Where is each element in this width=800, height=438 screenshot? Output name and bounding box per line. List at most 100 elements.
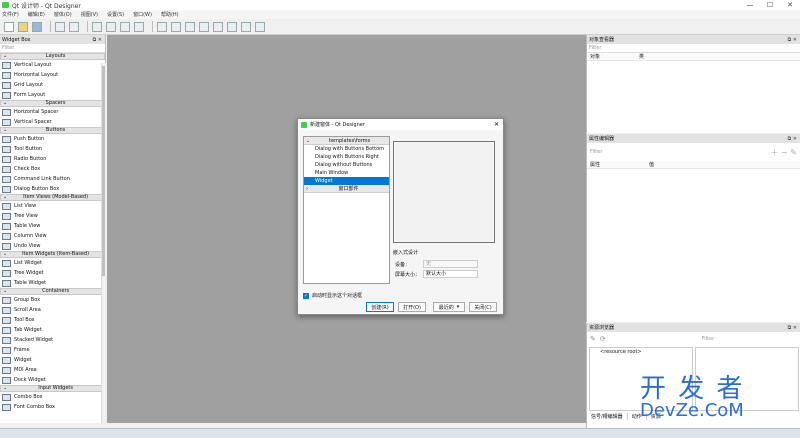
widget-item[interactable]: Horizontal Spacer <box>0 107 105 117</box>
close-dialog-button[interactable]: 关闭(C) <box>469 302 497 312</box>
widget-item[interactable]: List Widget <box>0 258 105 268</box>
reload-icon[interactable]: ⟳ <box>600 335 606 343</box>
open-form-icon[interactable] <box>18 21 28 32</box>
tab-signal-slot-editor[interactable]: 信号/槽编辑器 <box>587 413 628 420</box>
edit-signals-icon[interactable] <box>106 21 116 32</box>
dock-close-icon[interactable]: ⧉ ✕ <box>788 37 797 43</box>
widget-category[interactable]: ⌄ Buttons <box>0 127 105 134</box>
adjust-size-icon[interactable] <box>255 21 265 32</box>
save-form-icon[interactable] <box>32 21 42 32</box>
dock-close-icon[interactable]: ⧉ ✕ <box>788 136 797 142</box>
menu-view[interactable]: 视图(V) <box>81 11 98 18</box>
widget-item[interactable]: Dock Widget <box>0 375 105 385</box>
widget-category[interactable]: ⌄ Item Widgets (Item-Based) <box>0 251 105 258</box>
column-class[interactable]: 类 <box>639 53 644 60</box>
dialog-close-button[interactable]: ✕ <box>494 121 499 128</box>
layout-form-icon[interactable] <box>227 21 237 32</box>
widget-box-scroll-thumb[interactable] <box>102 66 105 276</box>
widget-item[interactable]: List View <box>0 201 105 211</box>
create-button[interactable]: 创建(R) <box>366 302 394 312</box>
recent-button[interactable]: 最近的 ▾ <box>433 302 465 312</box>
widget-item[interactable]: Tab Widget <box>0 325 105 335</box>
maximize-button[interactable]: ☐ <box>760 0 780 10</box>
edit-tab-order-icon[interactable] <box>134 21 144 32</box>
edit-resources-icon[interactable]: ✎ <box>590 335 596 343</box>
template-item[interactable]: Widget <box>304 177 389 185</box>
copy-icon[interactable] <box>69 21 79 32</box>
widget-item[interactable]: Grid Layout <box>0 80 105 90</box>
layout-vertical-icon[interactable] <box>171 21 181 32</box>
widget-category[interactable]: ⌄ Input Widgets <box>0 385 105 392</box>
widget-item[interactable]: Table View <box>0 221 105 231</box>
menu-settings[interactable]: 设置(S) <box>107 11 124 18</box>
widget-item[interactable]: Form Layout <box>0 90 105 100</box>
screen-size-select[interactable]: 默认大小 <box>423 270 478 278</box>
widget-item[interactable]: Dialog Button Box <box>0 184 105 194</box>
widget-category[interactable]: ⌄ Item Views (Model-Based) <box>0 194 105 201</box>
widgets-category[interactable]: › 窗口部件 <box>304 185 389 193</box>
widget-icon <box>2 202 11 210</box>
device-select[interactable]: 无 <box>423 260 478 268</box>
widget-item[interactable]: Radio Button <box>0 154 105 164</box>
close-button[interactable]: ✕ <box>780 0 800 10</box>
widget-item[interactable]: Frame <box>0 345 105 355</box>
resource-filter[interactable]: Filter <box>702 336 714 342</box>
menu-file[interactable]: 文件(F) <box>2 11 19 18</box>
widget-item[interactable]: Tool Box <box>0 315 105 325</box>
widget-item[interactable]: Vertical Layout <box>0 60 105 70</box>
widget-item[interactable]: Tree Widget <box>0 268 105 278</box>
layout-grid-icon[interactable] <box>213 21 223 32</box>
widget-category[interactable]: ⌄ Layouts <box>0 53 105 60</box>
widget-item[interactable]: Stacked Widget <box>0 335 105 345</box>
template-item[interactable]: Dialog with Buttons Right <box>304 153 389 161</box>
widget-item[interactable]: Undo View <box>0 241 105 251</box>
break-layout-icon[interactable] <box>241 21 251 32</box>
widget-icon <box>2 269 11 277</box>
menu-edit[interactable]: 编辑(E) <box>28 11 45 18</box>
open-button[interactable]: 打开(O) <box>398 302 426 312</box>
minimize-button[interactable]: — <box>740 0 760 10</box>
column-object[interactable]: 对象 <box>587 53 639 60</box>
widget-item[interactable]: Command Link Button <box>0 174 105 184</box>
cut-icon[interactable] <box>55 21 65 32</box>
edit-buddies-icon[interactable] <box>120 21 130 32</box>
edit-widgets-icon[interactable] <box>92 21 102 32</box>
column-property[interactable]: 属性 <box>587 161 649 168</box>
menu-help[interactable]: 帮助(H) <box>161 11 179 18</box>
property-editor-filter[interactable]: Filter <box>590 149 602 155</box>
menu-window[interactable]: 窗口(W) <box>133 11 152 18</box>
widget-item[interactable]: Push Button <box>0 134 105 144</box>
resource-root[interactable]: <resource root> <box>590 348 692 356</box>
widget-item[interactable]: Horizontal Layout <box>0 70 105 80</box>
widget-box-filter[interactable]: Filter <box>0 44 105 53</box>
widget-item[interactable]: Widget <box>0 355 105 365</box>
widget-category[interactable]: ⌄ Spacers <box>0 100 105 107</box>
dock-close-icon[interactable]: ⧉ ✕ <box>93 37 102 43</box>
layout-hsplitter-icon[interactable] <box>185 21 195 32</box>
widget-item[interactable]: MDI Area <box>0 365 105 375</box>
widget-category[interactable]: ⌄ Containers <box>0 288 105 295</box>
new-form-icon[interactable] <box>4 21 14 32</box>
widget-item[interactable]: Group Box <box>0 295 105 305</box>
template-category[interactable]: ⌄ templates\forms <box>304 137 389 145</box>
object-inspector-filter[interactable]: Filter <box>587 44 800 53</box>
show-on-startup-checkbox[interactable]: ✓ <box>303 292 309 299</box>
widget-item[interactable]: Scroll Area <box>0 305 105 315</box>
widget-item[interactable]: Column View <box>0 231 105 241</box>
widget-item[interactable]: Tool Button <box>0 144 105 154</box>
dock-close-icon[interactable]: ⧉ ✕ <box>788 325 797 331</box>
widget-item[interactable]: Font Combo Box <box>0 402 105 412</box>
menu-form[interactable]: 窗体(O) <box>54 11 72 18</box>
property-tools-icon[interactable]: ＋ − ✎ <box>771 147 798 158</box>
layout-horizontal-icon[interactable] <box>157 21 167 32</box>
widget-item[interactable]: Combo Box <box>0 392 105 402</box>
template-item[interactable]: Dialog without Buttons <box>304 161 389 169</box>
template-item[interactable]: Main Window <box>304 169 389 177</box>
widget-item[interactable]: Tree View <box>0 211 105 221</box>
column-value[interactable]: 值 <box>649 161 654 168</box>
template-item[interactable]: Dialog with Buttons Bottom <box>304 145 389 153</box>
widget-item[interactable]: Table Widget <box>0 278 105 288</box>
layout-vsplitter-icon[interactable] <box>199 21 209 32</box>
widget-item[interactable]: Check Box <box>0 164 105 174</box>
widget-item[interactable]: Vertical Spacer <box>0 117 105 127</box>
